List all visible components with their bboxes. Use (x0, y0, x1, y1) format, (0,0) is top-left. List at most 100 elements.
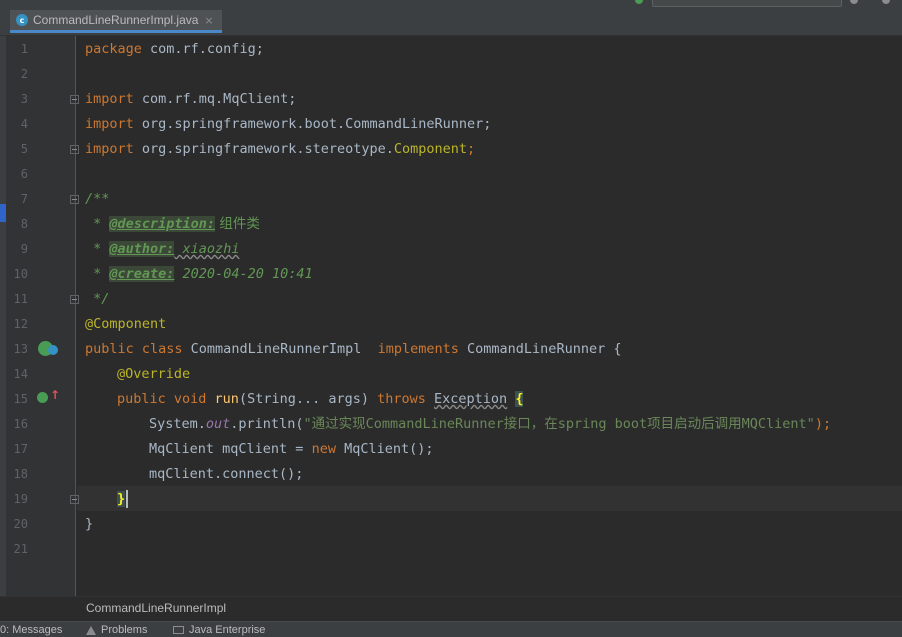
fold-icon[interactable] (70, 495, 79, 504)
code-line-10: * @create: 2020-04-20 10:41 (85, 262, 313, 287)
fold-icon[interactable] (70, 95, 79, 104)
editor-tab-bar: c CommandLineRunnerImpl.java × (0, 8, 902, 36)
tool-window-bar: 0: Messages Problems Java Enterprise (0, 621, 902, 637)
javadoc-value: 2020-04-20 10:41 (174, 266, 313, 282)
line-number: 4 (20, 117, 28, 131)
class-icon: c (16, 14, 28, 26)
code-text: org.springframework.stereotype. (133, 141, 394, 157)
java-enterprise-label: Java Enterprise (189, 624, 266, 636)
problems-tab[interactable]: Problems (86, 624, 147, 636)
line-number: 15 (13, 392, 28, 406)
code-line-4: import org.springframework.boot.CommandL… (85, 112, 491, 137)
code-line-18: mqClient.connect(); (149, 462, 303, 487)
code-text: } (85, 516, 94, 532)
code-text: mqClient.connect(); (149, 466, 304, 482)
messages-tab[interactable]: 0: Messages (0, 624, 62, 636)
javadoc-tag: @description: (109, 216, 216, 232)
interface-name: CommandLineRunner { (458, 341, 622, 357)
search-icon[interactable] (882, 0, 890, 4)
settings-icon[interactable] (850, 0, 858, 4)
breadcrumb-item[interactable]: CommandLineRunnerImpl (86, 601, 226, 615)
javadoc-value: 组件类 (215, 216, 260, 232)
line-number: 19 (13, 492, 28, 506)
semicolon: ; (467, 141, 476, 157)
keyword: import (85, 141, 134, 157)
javadoc-tag: @author: (109, 241, 175, 257)
brace-match: } (117, 491, 126, 507)
code-line-11: */ (85, 287, 109, 312)
javadoc-star: * (85, 266, 110, 282)
java-enterprise-tab[interactable]: Java Enterprise (173, 624, 265, 636)
code-line-9: * @author: xiaozhi (85, 237, 239, 262)
line-number: 7 (20, 192, 28, 206)
code-line-19: } (117, 487, 129, 512)
close-icon[interactable]: × (204, 14, 213, 27)
keyword: public class (85, 341, 183, 357)
search-field[interactable] (652, 0, 842, 7)
annotation: @Override (117, 366, 191, 382)
javadoc-value: xiaozhi (174, 241, 240, 257)
javadoc-tag: @create: (109, 266, 175, 282)
class-name: CommandLineRunnerImpl (182, 341, 378, 357)
keyword: package (85, 41, 142, 57)
exception-type: Exception (434, 391, 508, 407)
keyword: implements (377, 341, 459, 357)
annotation: @Component (85, 316, 167, 332)
line-number: 6 (20, 167, 28, 181)
fold-icon[interactable] (70, 145, 79, 154)
keyword: import (85, 91, 134, 107)
current-line-highlight (77, 486, 902, 511)
code-text: ); (814, 416, 832, 432)
line-number: 8 (20, 217, 28, 231)
code-text: System. (149, 416, 206, 432)
tab-label: CommandLineRunnerImpl.java (33, 13, 199, 27)
line-number: 14 (13, 367, 28, 381)
run-icon[interactable] (635, 0, 643, 4)
line-number: 3 (20, 92, 28, 106)
line-number: 17 (13, 442, 28, 456)
javadoc-open: /** (85, 191, 110, 207)
code-line-20: } (85, 512, 93, 537)
string-literal: "通过实现CommandLineRunner接口，在spring boot项目启… (303, 416, 815, 432)
code-line-17: MqClient mqClient = new MqClient(); (149, 437, 434, 462)
fold-icon[interactable] (70, 195, 79, 204)
javadoc-close: */ (85, 291, 110, 307)
code-line-13: public class CommandLineRunnerImpl imple… (85, 337, 621, 362)
line-number: 16 (13, 417, 28, 431)
javadoc-star: * (85, 216, 110, 232)
code-text: com.rf.mq.MqClient; (133, 91, 297, 107)
fold-icon[interactable] (70, 295, 79, 304)
code-text: .println( (230, 416, 304, 432)
line-number: 11 (13, 292, 28, 306)
code-line-5: import org.springframework.stereotype.Co… (85, 137, 475, 162)
breadcrumb: CommandLineRunnerImpl (0, 596, 902, 621)
code-line-14: @Override (117, 362, 190, 387)
tab-commandlinerunnerimpl[interactable]: c CommandLineRunnerImpl.java × (10, 10, 222, 33)
text-caret (126, 490, 129, 508)
line-number: 21 (13, 542, 28, 556)
line-number: 9 (20, 242, 28, 256)
problems-label: Problems (101, 624, 148, 636)
code-text: com.rf.config; (141, 41, 264, 57)
javadoc-star: * (85, 241, 110, 257)
class-icon[interactable] (48, 345, 58, 355)
code-text: org.springframework.boot.CommandLineRunn… (133, 116, 492, 132)
method-name: run (214, 391, 239, 407)
code-line-3: import com.rf.mq.MqClient; (85, 87, 296, 112)
class-reference: Component (393, 141, 468, 157)
code-text: MqClient mqClient = (149, 441, 312, 457)
override-arrow-icon[interactable]: ↑ (50, 388, 60, 402)
brace-match: { (515, 391, 524, 407)
line-number: 20 (13, 517, 28, 531)
warning-icon (86, 625, 96, 635)
keyword: new (311, 441, 336, 457)
method-args: (String... args) (238, 391, 378, 407)
code-line-8: * @description: 组件类 (85, 212, 260, 237)
keyword: public void (117, 391, 207, 407)
code-line-12: @Component (85, 312, 166, 337)
editor-gutter[interactable]: 1 2 3 4 5 6 7 8 9 10 11 12 13 14 15 16 1… (6, 36, 79, 596)
implements-icon[interactable] (37, 392, 48, 403)
code-line-15: public void run(String... args) throws E… (117, 387, 524, 412)
code-line-7: /** (85, 187, 109, 212)
line-number: 2 (20, 67, 28, 81)
